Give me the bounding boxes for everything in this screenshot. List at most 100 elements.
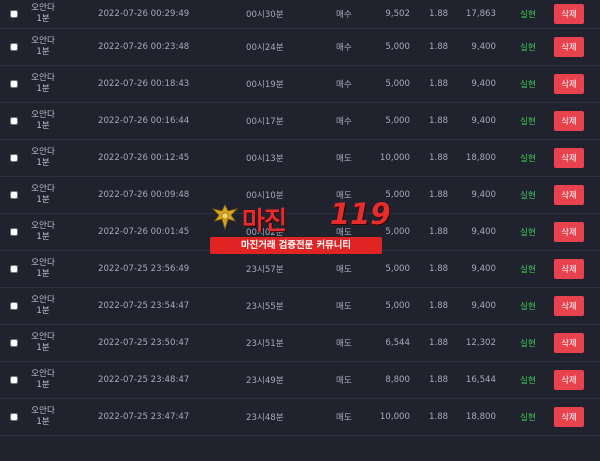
row-select-checkbox[interactable] [10, 43, 18, 51]
game-title: 오안다 [31, 3, 55, 13]
status-badge: 실현 [520, 265, 536, 275]
status-badge: 실현 [520, 117, 536, 127]
bet-odds: 1.88 [429, 227, 449, 237]
delete-button[interactable]: 삭제 [554, 148, 584, 168]
bet-datetime: 2022-07-26 00:09:48 [98, 190, 190, 200]
bet-round: 00시19분 [246, 80, 284, 90]
game-title: 오안다 [31, 221, 55, 231]
status-badge: 실현 [520, 154, 536, 164]
row-select-checkbox[interactable] [10, 265, 18, 273]
bet-history-table: 오안다 1분 2022-07-26 00:29:49 00시30분 매수 9,5… [0, 0, 600, 436]
delete-button[interactable]: 삭제 [554, 333, 584, 353]
delete-button[interactable]: 삭제 [554, 185, 584, 205]
delete-button[interactable]: 삭제 [554, 111, 584, 131]
delete-button[interactable]: 삭제 [554, 407, 584, 427]
row-select-checkbox[interactable] [10, 339, 18, 347]
bet-datetime: 2022-07-26 00:23:48 [98, 42, 190, 52]
table-row: 오안다 1분 2022-07-26 00:23:48 00시24분 매수 5,0… [0, 29, 600, 66]
bet-round: 23시48분 [246, 413, 284, 423]
bet-odds: 1.88 [429, 42, 449, 52]
game-name: 오안다 1분 [30, 110, 56, 132]
row-select-checkbox[interactable] [10, 228, 18, 236]
bet-pick: 매도 [336, 413, 352, 423]
bet-odds: 1.88 [429, 190, 449, 200]
table-row: 오안다 1분 2022-07-26 00:18:43 00시19분 매수 5,0… [0, 66, 600, 103]
bet-datetime: 2022-07-25 23:47:47 [98, 412, 190, 422]
row-select-checkbox[interactable] [10, 191, 18, 199]
bet-pick: 매도 [336, 265, 352, 275]
delete-button[interactable]: 삭제 [554, 4, 584, 24]
table-row: 오안다 1분 2022-07-25 23:56:49 23시57분 매도 5,0… [0, 251, 600, 288]
game-interval: 1분 [36, 195, 50, 205]
row-select-checkbox[interactable] [10, 154, 18, 162]
delete-button[interactable]: 삭제 [554, 74, 584, 94]
bet-amount: 10,000 [379, 412, 410, 422]
delete-button[interactable]: 삭제 [554, 37, 584, 57]
row-select-checkbox[interactable] [10, 10, 18, 18]
game-title: 오안다 [31, 147, 55, 157]
bet-round: 00시02분 [246, 228, 284, 238]
table-row: 오안다 1분 2022-07-26 00:09:48 00시10분 매도 5,0… [0, 177, 600, 214]
win-amount: 9,400 [471, 190, 496, 200]
game-interval: 1분 [36, 417, 50, 427]
bet-datetime: 2022-07-26 00:29:49 [98, 9, 190, 19]
game-name: 오안다 1분 [30, 73, 56, 95]
game-name: 오안다 1분 [30, 221, 56, 243]
game-title: 오안다 [31, 258, 55, 268]
game-title: 오안다 [31, 369, 55, 379]
bet-amount: 8,800 [385, 375, 410, 385]
bet-round: 23시55분 [246, 302, 284, 312]
status-badge: 실현 [520, 339, 536, 349]
delete-button[interactable]: 삭제 [554, 370, 584, 390]
row-select-checkbox[interactable] [10, 376, 18, 384]
bet-datetime: 2022-07-25 23:48:47 [98, 375, 190, 385]
game-interval: 1분 [36, 343, 50, 353]
game-name: 오안다 1분 [30, 258, 56, 280]
game-name: 오안다 1분 [30, 332, 56, 354]
game-name: 오안다 1분 [30, 147, 56, 169]
bet-datetime: 2022-07-26 00:16:44 [98, 116, 190, 126]
win-amount: 9,400 [471, 301, 496, 311]
table-row: 오안다 1분 2022-07-25 23:54:47 23시55분 매도 5,0… [0, 288, 600, 325]
status-badge: 실현 [520, 10, 536, 20]
bet-amount: 5,000 [385, 116, 410, 126]
bet-odds: 1.88 [429, 153, 449, 163]
bet-pick: 매도 [336, 302, 352, 312]
win-amount: 9,400 [471, 227, 496, 237]
status-badge: 실현 [520, 43, 536, 53]
bet-odds: 1.88 [429, 412, 449, 422]
delete-button[interactable]: 삭제 [554, 259, 584, 279]
bet-odds: 1.88 [429, 301, 449, 311]
game-title: 오안다 [31, 36, 55, 46]
game-interval: 1분 [36, 158, 50, 168]
bet-amount: 5,000 [385, 264, 410, 274]
status-badge: 실현 [520, 376, 536, 386]
win-amount: 9,400 [471, 264, 496, 274]
row-select-checkbox[interactable] [10, 413, 18, 421]
delete-button[interactable]: 삭제 [554, 222, 584, 242]
bet-amount: 5,000 [385, 190, 410, 200]
status-badge: 실현 [520, 302, 536, 312]
row-select-checkbox[interactable] [10, 80, 18, 88]
bet-datetime: 2022-07-26 00:12:45 [98, 153, 190, 163]
game-title: 오안다 [31, 406, 55, 416]
bet-amount: 10,000 [379, 153, 410, 163]
table-row: 오안다 1분 2022-07-26 00:12:45 00시13분 매도 10,… [0, 140, 600, 177]
game-name: 오안다 1분 [30, 36, 56, 58]
bet-odds: 1.88 [429, 116, 449, 126]
row-select-checkbox[interactable] [10, 302, 18, 310]
bet-datetime: 2022-07-26 00:01:45 [98, 227, 190, 237]
win-amount: 9,400 [471, 42, 496, 52]
row-select-checkbox[interactable] [10, 117, 18, 125]
bet-datetime: 2022-07-26 00:18:43 [98, 79, 190, 89]
game-name: 오안다 1분 [30, 295, 56, 317]
bet-datetime: 2022-07-25 23:56:49 [98, 264, 190, 274]
bet-odds: 1.88 [429, 375, 449, 385]
game-name: 오안다 1분 [30, 3, 56, 25]
table-row: 오안다 1분 2022-07-26 00:16:44 00시17분 매수 5,0… [0, 103, 600, 140]
bet-pick: 매도 [336, 228, 352, 238]
bet-pick: 매도 [336, 339, 352, 349]
bet-round: 00시10분 [246, 191, 284, 201]
delete-button[interactable]: 삭제 [554, 296, 584, 316]
table-row: 오안다 1분 2022-07-26 00:29:49 00시30분 매수 9,5… [0, 0, 600, 29]
